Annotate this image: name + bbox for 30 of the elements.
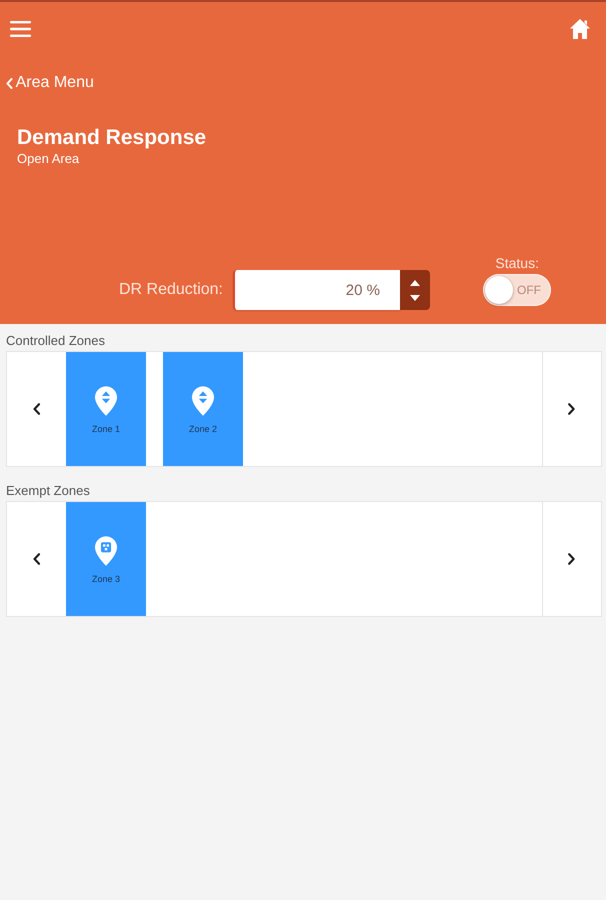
stepper-control[interactable]	[400, 270, 430, 310]
menu-icon	[10, 21, 31, 37]
caret-up-icon	[410, 280, 420, 286]
map-pin-arrows-icon	[95, 386, 117, 416]
home-icon	[570, 19, 590, 39]
section-label: Exempt Zones	[6, 483, 90, 499]
chevron-right-icon	[568, 553, 576, 565]
chevron-left-icon	[32, 403, 40, 415]
chevron-left-icon	[32, 553, 40, 565]
page-subtitle: Open Area	[17, 151, 80, 167]
section-label: Controlled Zones	[6, 333, 105, 349]
back-link[interactable]: Area Menu	[6, 74, 94, 92]
page-title: Demand Response	[17, 126, 206, 150]
caret-down-icon	[410, 294, 420, 300]
chevron-left-icon	[6, 78, 13, 88]
status-label: Status:	[495, 255, 539, 272]
zone-tile[interactable]: Zone 1	[66, 352, 146, 466]
dr-reduction-field[interactable]: 20 %	[233, 270, 400, 310]
chevron-right-icon	[568, 403, 576, 415]
zone-name: Zone 2	[188, 424, 218, 435]
zone-tile[interactable]: Zone 3	[66, 502, 146, 616]
toggle-knob	[485, 276, 513, 304]
zone-name: Zone 3	[92, 574, 120, 585]
dr-reduction-label: DR Reduction:	[118, 280, 223, 300]
zone-tile[interactable]: Zone 2	[163, 352, 243, 466]
menu-button[interactable]	[10, 21, 31, 37]
zone-name: Zone 1	[92, 424, 120, 435]
map-pin-arrows-icon	[192, 386, 214, 416]
status-toggle[interactable]: OFF	[483, 274, 551, 306]
home-button[interactable]	[570, 19, 590, 39]
